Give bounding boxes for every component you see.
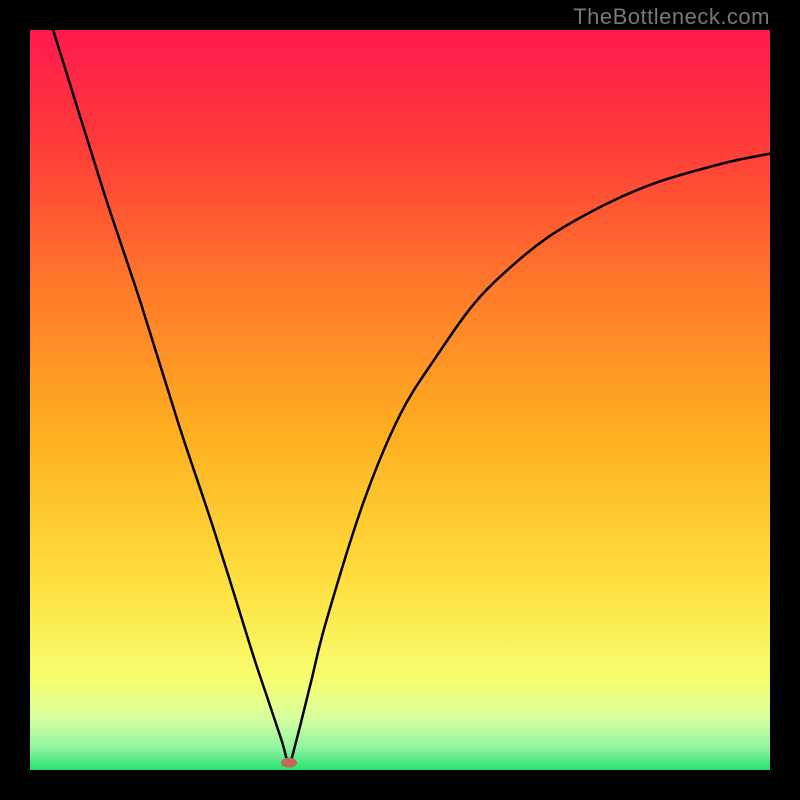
bottleneck-chart bbox=[30, 30, 770, 770]
gradient-background bbox=[30, 30, 770, 770]
optimal-point-marker bbox=[281, 758, 297, 768]
chart-frame bbox=[30, 30, 770, 770]
watermark-text: TheBottleneck.com bbox=[573, 4, 770, 30]
